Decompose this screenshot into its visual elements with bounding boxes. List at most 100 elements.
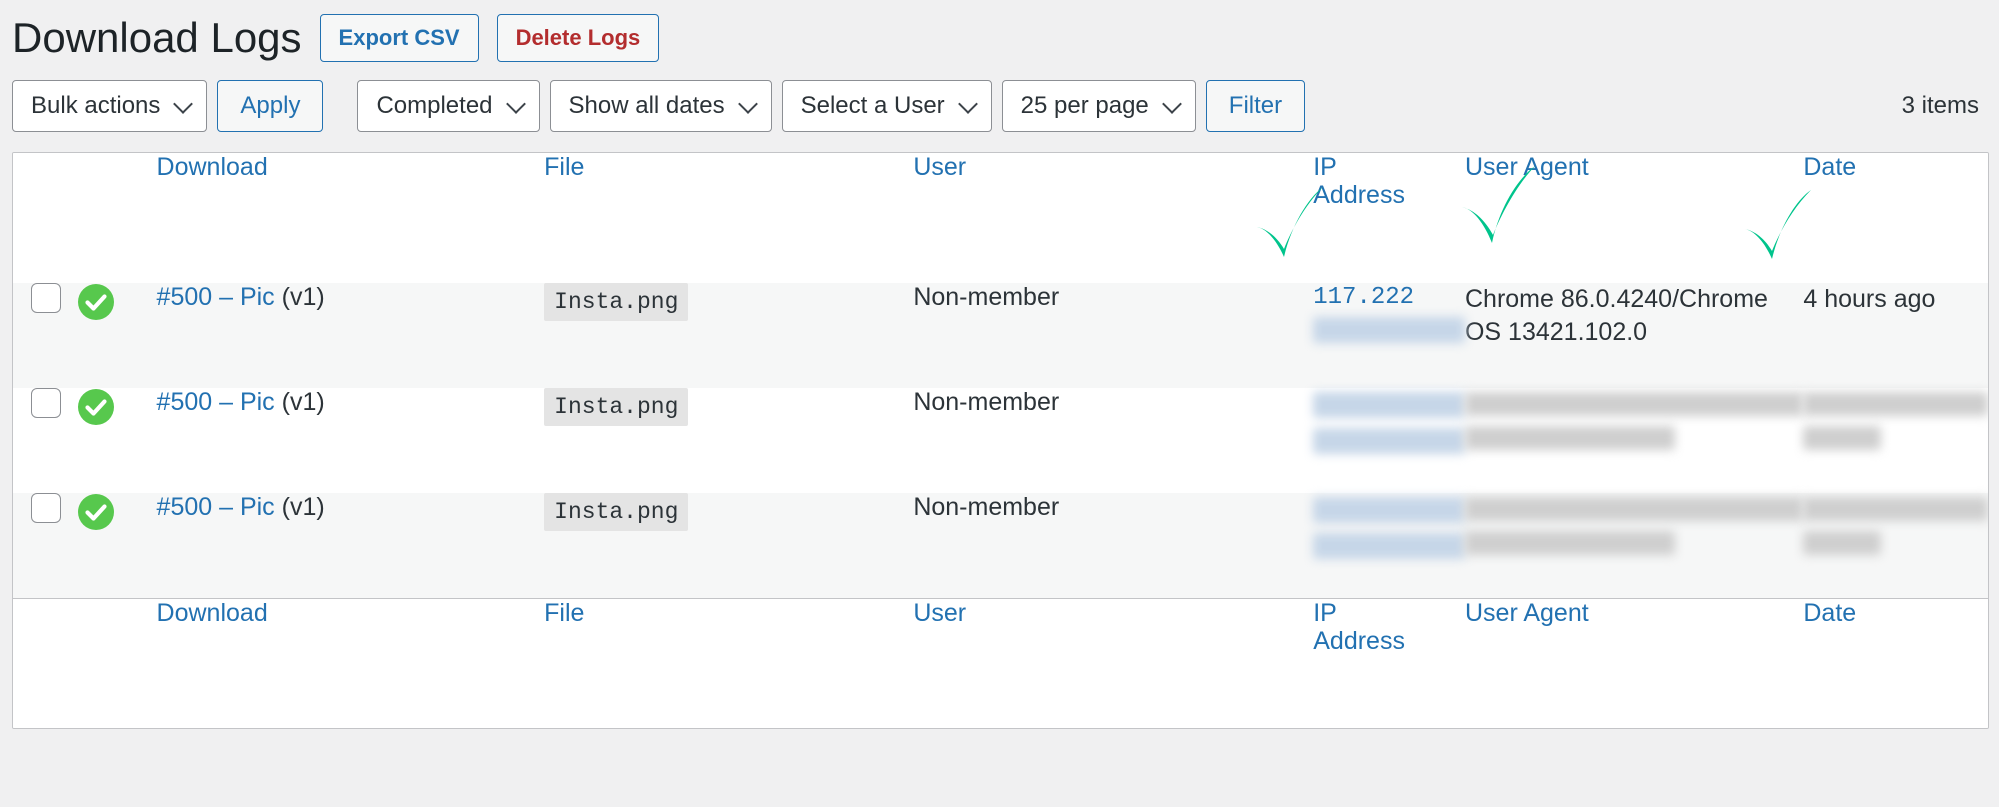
download-logs-table: Download File User IP Address xyxy=(13,153,1988,728)
user-filter-select[interactable]: Select a User xyxy=(782,80,992,132)
export-csv-button[interactable]: Export CSV xyxy=(320,14,479,62)
download-version: (v1) xyxy=(282,388,325,416)
row-checkbox-cell xyxy=(13,283,77,388)
download-link[interactable]: #500 – Pic xyxy=(157,388,275,416)
ip-address-redacted xyxy=(1313,392,1465,418)
footer-column-header-ip-address[interactable]: IP Address xyxy=(1313,598,1465,728)
footer-column-header-file-label: File xyxy=(544,599,913,627)
row-ip-cell xyxy=(1313,493,1465,598)
row-ip-cell: 117.222 xyxy=(1313,283,1465,388)
apply-button[interactable]: Apply xyxy=(217,80,323,132)
file-name: Insta.png xyxy=(544,493,688,531)
status-filter-label: Completed xyxy=(376,92,492,120)
ip-address-redacted xyxy=(1313,497,1465,523)
date-redacted xyxy=(1803,426,1881,450)
row-user-cell: Non-member xyxy=(913,283,1313,388)
column-header-user[interactable]: User xyxy=(913,153,1313,283)
download-link[interactable]: #500 – Pic xyxy=(157,283,275,311)
column-header-user-label: User xyxy=(913,153,1313,181)
logs-table-container: Download File User IP Address xyxy=(12,152,1989,729)
row-checkbox[interactable] xyxy=(31,493,61,523)
user-agent-redacted xyxy=(1465,392,1803,416)
footer-column-header-file[interactable]: File xyxy=(544,598,913,728)
row-status-cell xyxy=(77,388,157,493)
footer-column-header-user-agent[interactable]: User Agent xyxy=(1465,598,1803,728)
footer-column-header-user[interactable]: User xyxy=(913,598,1313,728)
filter-button[interactable]: Filter xyxy=(1206,80,1305,132)
footer-column-header-download-label: Download xyxy=(157,599,545,627)
bulk-actions-select[interactable]: Bulk actions xyxy=(12,80,207,132)
ip-address-redacted xyxy=(1313,533,1465,559)
date-filter-label: Show all dates xyxy=(569,92,725,120)
row-user-cell: Non-member xyxy=(913,493,1313,598)
per-page-select[interactable]: 25 per page xyxy=(1002,80,1196,132)
row-checkbox[interactable] xyxy=(31,283,61,313)
row-date-cell: 4 hours ago xyxy=(1803,283,1988,388)
date-redacted xyxy=(1803,531,1881,555)
column-header-download[interactable]: Download xyxy=(157,153,545,283)
chevron-down-icon xyxy=(738,94,758,114)
row-download-cell: #500 – Pic (v1) xyxy=(157,283,545,388)
row-checkbox-cell xyxy=(13,388,77,493)
row-checkbox[interactable] xyxy=(31,388,61,418)
ip-address-redacted xyxy=(1313,428,1465,454)
chevron-down-icon xyxy=(1162,94,1182,114)
column-header-date[interactable]: Date xyxy=(1803,153,1988,283)
footer-checkbox-cell xyxy=(13,598,77,728)
row-file-cell: Insta.png xyxy=(544,388,913,493)
bulk-actions-label: Bulk actions xyxy=(31,92,160,120)
column-header-user-agent[interactable]: User Agent xyxy=(1465,153,1803,283)
status-complete-icon xyxy=(77,388,115,426)
row-user-agent-cell xyxy=(1465,388,1803,493)
file-name: Insta.png xyxy=(544,283,688,321)
row-user-cell: Non-member xyxy=(913,388,1313,493)
row-status-cell xyxy=(77,493,157,598)
column-header-user-agent-label: User Agent xyxy=(1465,153,1803,181)
status-complete-icon xyxy=(77,493,115,531)
page-header: Download Logs Export CSV Delete Logs xyxy=(0,0,1999,62)
footer-column-header-date-label: Date xyxy=(1803,599,1988,627)
row-date-cell xyxy=(1803,493,1988,598)
row-checkbox-cell xyxy=(13,493,77,598)
status-complete-icon xyxy=(77,283,115,321)
footer-column-header-user-agent-label: User Agent xyxy=(1465,599,1803,627)
date-redacted xyxy=(1803,392,1988,416)
status-filter-select[interactable]: Completed xyxy=(357,80,539,132)
ip-address-redacted xyxy=(1313,317,1465,343)
row-date-cell xyxy=(1803,388,1988,493)
download-version: (v1) xyxy=(282,493,325,521)
date-filter-select[interactable]: Show all dates xyxy=(550,80,772,132)
table-head: Download File User IP Address xyxy=(13,153,1988,283)
table-row[interactable]: #500 – Pic (v1) Insta.png Non-member xyxy=(13,388,1988,493)
row-download-cell: #500 – Pic (v1) xyxy=(157,388,545,493)
column-header-file-label: File xyxy=(544,153,913,181)
table-row[interactable]: #500 – Pic (v1) Insta.png Non-member 117… xyxy=(13,283,1988,388)
download-link[interactable]: #500 – Pic xyxy=(157,493,275,521)
column-header-download-label: Download xyxy=(157,153,545,181)
file-name: Insta.png xyxy=(544,388,688,426)
table-row[interactable]: #500 – Pic (v1) Insta.png Non-member xyxy=(13,493,1988,598)
delete-logs-button[interactable]: Delete Logs xyxy=(497,14,660,62)
footer-column-header-download[interactable]: Download xyxy=(157,598,545,728)
user-agent-redacted xyxy=(1465,497,1803,521)
user-agent-redacted xyxy=(1465,531,1675,555)
footer-column-header-ip-line2: Address xyxy=(1313,627,1465,655)
chevron-down-icon xyxy=(174,94,194,114)
row-status-cell xyxy=(77,283,157,388)
filter-toolbar: Bulk actions Apply Completed Show all da… xyxy=(0,62,1999,132)
user-agent-redacted xyxy=(1465,426,1675,450)
download-version: (v1) xyxy=(282,283,325,311)
row-user-agent-cell: Chrome 86.0.4240/Chrome OS 13421.102.0 xyxy=(1465,283,1803,388)
table-body: #500 – Pic (v1) Insta.png Non-member 117… xyxy=(13,283,1988,598)
column-header-file[interactable]: File xyxy=(544,153,913,283)
column-header-ip-address[interactable]: IP Address xyxy=(1313,153,1465,283)
row-file-cell: Insta.png xyxy=(544,283,913,388)
user-filter-label: Select a User xyxy=(801,92,945,120)
row-file-cell: Insta.png xyxy=(544,493,913,598)
ip-address-link[interactable]: 117.222 xyxy=(1313,283,1465,313)
date-redacted xyxy=(1803,497,1988,521)
column-header-ip-line1: IP xyxy=(1313,153,1465,181)
per-page-label: 25 per page xyxy=(1021,92,1149,120)
footer-column-header-date[interactable]: Date xyxy=(1803,598,1988,728)
chevron-down-icon xyxy=(958,94,978,114)
